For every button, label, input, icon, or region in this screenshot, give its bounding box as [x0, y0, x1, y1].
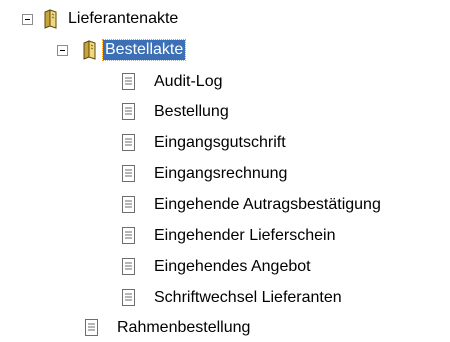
folder-tree: Lieferantenakte Bestellakte Audit-Log Be… [0, 0, 450, 342]
tree-item-eingehende-auftragsbestaetigung[interactable]: Eingehende Autragsbestätigung [121, 192, 383, 218]
tree-item-label: Eingehendes Angebot [154, 258, 311, 275]
document-icon [122, 165, 135, 182]
tree-node-label-selected: Bestellakte [101, 39, 187, 61]
book-folder-icon [44, 9, 57, 29]
document-icon [122, 227, 135, 244]
tree-node-bestellakte[interactable]: Bestellakte [57, 37, 187, 63]
document-icon [122, 73, 135, 90]
tree-item-schriftwechsel-lieferanten[interactable]: Schriftwechsel Lieferanten [121, 285, 344, 311]
tree-node-label: Lieferantenakte [68, 10, 179, 27]
document-icon [122, 258, 135, 275]
document-icon [122, 196, 135, 213]
tree-node-lieferantenakte[interactable]: Lieferantenakte [22, 6, 180, 32]
tree-item-audit-log[interactable]: Audit-Log [121, 69, 225, 95]
tree-item-bestellung[interactable]: Bestellung [121, 99, 231, 125]
tree-item-label: Bestellung [154, 103, 229, 120]
document-icon [122, 134, 135, 151]
book-folder-icon [83, 40, 96, 60]
tree-item-eingehendes-angebot[interactable]: Eingehendes Angebot [121, 254, 313, 280]
tree-item-label: Schriftwechsel Lieferanten [154, 289, 342, 306]
tree-item-label: Eingangsgutschrift [154, 134, 286, 151]
tree-item-rahmenbestellung[interactable]: Rahmenbestellung [84, 315, 252, 341]
tree-item-label: Eingehende Autragsbestätigung [154, 196, 381, 213]
tree-item-eingangsrechnung[interactable]: Eingangsrechnung [121, 161, 289, 187]
tree-item-label: Audit-Log [154, 73, 223, 90]
tree-item-eingehender-lieferschein[interactable]: Eingehender Lieferschein [121, 223, 337, 249]
tree-item-label: Eingangsrechnung [154, 165, 288, 182]
tree-item-label: Rahmenbestellung [117, 319, 251, 336]
tree-item-eingangsgutschrift[interactable]: Eingangsgutschrift [121, 130, 288, 156]
tree-item-label: Eingehender Lieferschein [154, 227, 336, 244]
document-icon [85, 319, 98, 336]
collapse-toggle-icon[interactable] [57, 44, 68, 56]
collapse-toggle-icon[interactable] [22, 13, 33, 25]
document-icon [122, 103, 135, 120]
document-icon [122, 289, 135, 306]
